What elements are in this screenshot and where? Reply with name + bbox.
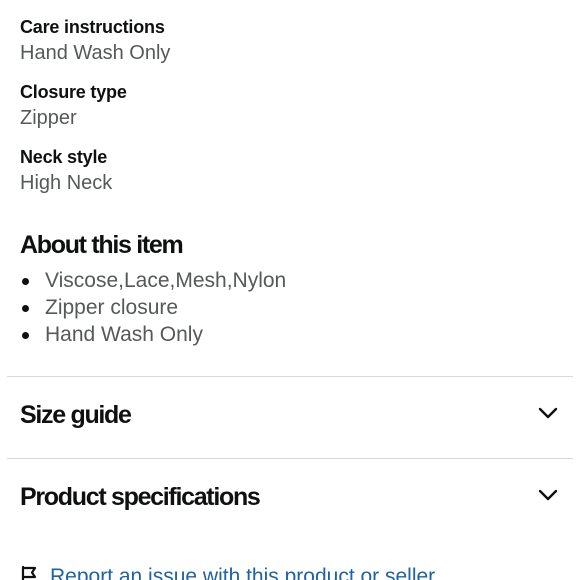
bullet-text: Zipper closure bbox=[45, 296, 179, 319]
chevron-down-icon bbox=[538, 489, 558, 501]
report-issue-link[interactable]: Report an issue with this product or sel… bbox=[20, 562, 435, 580]
attribute-label: Neck style bbox=[20, 147, 108, 167]
size-guide-expander[interactable]: Size guide bbox=[0, 376, 580, 456]
size-guide-label: Size guide bbox=[20, 401, 132, 429]
list-item: Hand Wash Only bbox=[20, 321, 286, 348]
bullet-dot bbox=[22, 278, 29, 285]
attribute-care-instructions: Care instructions Hand Wash Only bbox=[20, 16, 170, 66]
attribute-neck-style: Neck style High Neck bbox=[20, 146, 112, 196]
attribute-closure-type: Closure type Zipper bbox=[20, 81, 127, 131]
attribute-label: Care instructions bbox=[20, 17, 165, 37]
bullet-dot bbox=[22, 305, 29, 312]
about-bullet-list: Viscose,Lace,Mesh,Nylon Zipper closure H… bbox=[20, 267, 286, 348]
product-details-page: Care instructions Hand Wash Only Closure… bbox=[0, 0, 580, 580]
bullet-text: Viscose,Lace,Mesh,Nylon bbox=[45, 269, 287, 292]
attribute-label: Closure type bbox=[20, 82, 127, 102]
list-item: Zipper closure bbox=[20, 294, 286, 321]
chevron-down-icon bbox=[538, 407, 558, 419]
bullet-text: Hand Wash Only bbox=[45, 323, 203, 346]
attribute-value: Hand Wash Only bbox=[20, 42, 171, 64]
attribute-value: Zipper bbox=[20, 107, 77, 129]
product-specifications-expander[interactable]: Product specifications bbox=[0, 458, 580, 538]
bullet-dot bbox=[22, 332, 29, 339]
about-this-item-heading: About this item bbox=[20, 231, 184, 259]
attribute-value: High Neck bbox=[20, 172, 113, 194]
report-issue-text: Report an issue with this product or sel… bbox=[50, 565, 436, 580]
flag-icon bbox=[21, 565, 37, 580]
list-item: Viscose,Lace,Mesh,Nylon bbox=[20, 267, 286, 294]
product-specifications-label: Product specifications bbox=[20, 483, 261, 511]
